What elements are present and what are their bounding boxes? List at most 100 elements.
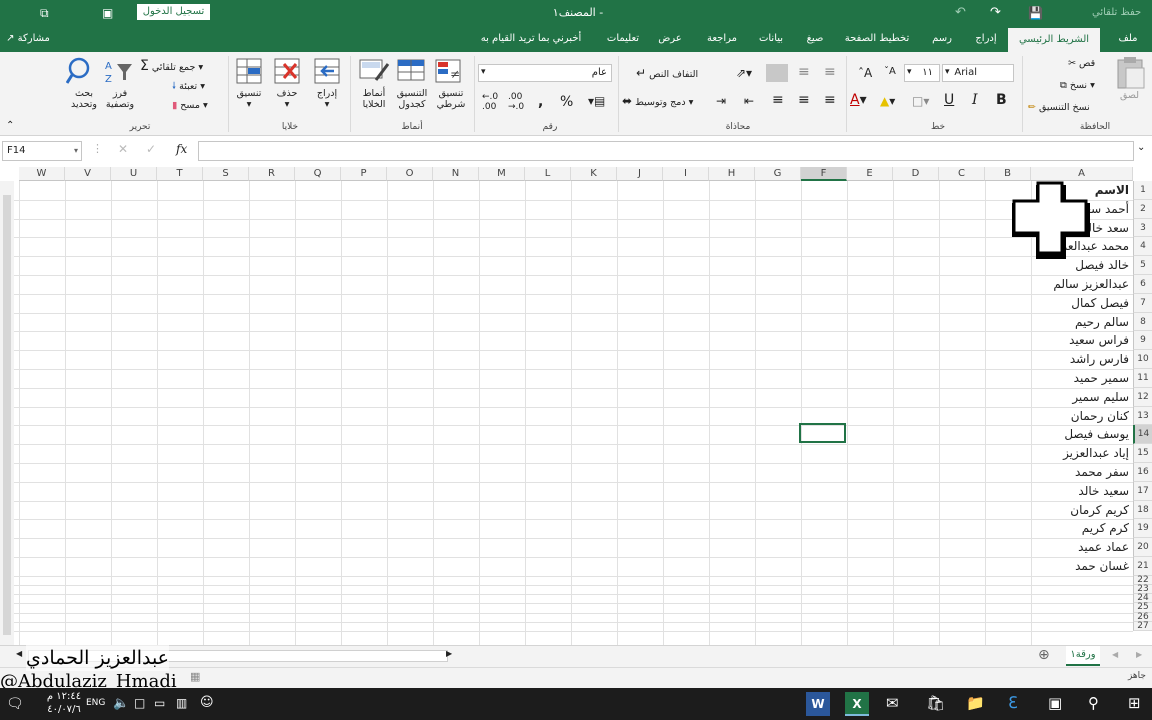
- align-top-button[interactable]: [766, 64, 788, 82]
- row-header[interactable]: 27: [1133, 621, 1152, 631]
- align-center-button[interactable]: ≡: [798, 92, 810, 108]
- wrap-text-button[interactable]: التفاف النص ↵: [636, 66, 698, 80]
- tab-draw[interactable]: رسم: [924, 26, 960, 52]
- add-sheet-icon[interactable]: ⊕: [1038, 647, 1050, 663]
- scroll-left-icon[interactable]: ◀: [16, 649, 22, 658]
- merge-center-button[interactable]: ▾ دمج وتوسيط ⬌: [622, 94, 693, 108]
- store-icon[interactable]: 🛍: [926, 694, 945, 712]
- row-header[interactable]: 19: [1133, 519, 1152, 539]
- name-cell[interactable]: سمير حميد: [1031, 369, 1131, 387]
- find-select-button[interactable]: بحث وتحديد: [70, 88, 98, 110]
- column-header[interactable]: I: [663, 167, 709, 181]
- scroll-thumb[interactable]: [3, 195, 11, 635]
- people-icon[interactable]: ☺: [200, 695, 214, 710]
- column-header[interactable]: R: [249, 167, 295, 181]
- row-header[interactable]: 5: [1133, 256, 1152, 275]
- name-cell[interactable]: غسان حمد: [1031, 557, 1131, 575]
- column-header[interactable]: N: [433, 167, 479, 181]
- column-header[interactable]: U: [111, 167, 157, 181]
- number-format-select[interactable]: ▾ عام: [478, 64, 612, 82]
- redo-icon[interactable]: ↷: [990, 0, 1001, 26]
- taskbar-clock[interactable]: ١٢:٤٤ م ٤٠/٠٧/٦: [44, 690, 84, 716]
- name-cell[interactable]: عبدالعزيز سالم: [1031, 275, 1131, 293]
- tray-icon[interactable]: ▥: [176, 696, 187, 710]
- font-size-select[interactable]: ▾ ١١: [904, 64, 940, 82]
- row-header[interactable]: 7: [1133, 293, 1152, 313]
- column-header[interactable]: L: [525, 167, 571, 181]
- column-header[interactable]: H: [709, 167, 755, 181]
- mail-icon[interactable]: ✉: [886, 694, 899, 712]
- ribbon-display-icon[interactable]: ▣: [102, 0, 113, 26]
- enter-icon[interactable]: ✓: [146, 142, 156, 156]
- format-painter-button[interactable]: نسخ التنسيق ✏: [1028, 102, 1090, 113]
- column-header[interactable]: K: [571, 167, 617, 181]
- column-header[interactable]: P: [341, 167, 387, 181]
- row-header[interactable]: 9: [1133, 331, 1152, 351]
- formula-input[interactable]: [198, 141, 1134, 161]
- row-header[interactable]: 6: [1133, 275, 1152, 294]
- edge-icon[interactable]: ℇ: [1008, 693, 1018, 712]
- name-cell[interactable]: سعيد خالد: [1031, 482, 1131, 500]
- fill-button[interactable]: ▾ تعبئة 🠗: [172, 79, 205, 95]
- worksheet-grid[interactable]: ABCDEFGHIJKLMNOPQRSTUVW 1 2 3 4 5 6 7 8 9 10 11 12 1…: [0, 167, 1152, 645]
- tab-view[interactable]: عرض: [652, 26, 688, 52]
- row-header[interactable]: 12: [1133, 387, 1152, 407]
- bold-button[interactable]: B: [996, 92, 1007, 108]
- next-sheet-icon[interactable]: ▶: [1136, 650, 1142, 659]
- clear-button[interactable]: ▾ مسح ▮: [172, 100, 208, 111]
- decrease-indent-button[interactable]: ⇤: [744, 94, 754, 108]
- name-box[interactable]: F14 ▾: [2, 141, 82, 161]
- prev-sheet-icon[interactable]: ◀: [1112, 650, 1118, 659]
- save-icon[interactable]: 💾: [1028, 0, 1043, 26]
- autosum-button[interactable]: ▾ جمع تلقائي Σ: [140, 58, 203, 74]
- row-header[interactable]: 2: [1133, 199, 1152, 219]
- fill-color-button[interactable]: ▾▲: [880, 94, 895, 108]
- row-header[interactable]: 16: [1133, 463, 1152, 482]
- expand-formula-icon[interactable]: ⌄: [1137, 142, 1145, 153]
- column-header[interactable]: B: [985, 167, 1031, 181]
- share-button[interactable]: ↗ مشاركة: [2, 26, 54, 52]
- tab-page-layout[interactable]: تخطيط الصفحة: [844, 26, 910, 52]
- tab-data[interactable]: بيانات: [754, 26, 788, 52]
- volume-icon[interactable]: 🔈: [113, 696, 129, 711]
- tab-file[interactable]: ملف: [1108, 26, 1148, 52]
- formula-options-icon[interactable]: ⋮: [92, 142, 103, 155]
- row-header[interactable]: 1: [1133, 181, 1152, 200]
- conditional-formatting-button[interactable]: تنسيق شرطي: [432, 88, 470, 110]
- start-icon[interactable]: ⊞: [1128, 694, 1141, 712]
- column-header[interactable]: J: [617, 167, 663, 181]
- format-as-table-button[interactable]: التنسيق كجدول: [392, 88, 432, 110]
- page-layout-view-icon[interactable]: ▦: [190, 670, 200, 683]
- name-cell[interactable]: كنان رحمان: [1031, 407, 1131, 425]
- signin-button[interactable]: تسجيل الدخول: [137, 4, 210, 20]
- vertical-scrollbar[interactable]: [0, 181, 14, 645]
- autosave-label[interactable]: حفظ تلقائي: [1092, 0, 1141, 26]
- font-name-select[interactable]: ▾ Arial: [942, 64, 1014, 82]
- column-header[interactable]: A: [1031, 167, 1133, 181]
- align-right-button[interactable]: ≡: [824, 92, 836, 108]
- column-header[interactable]: G: [755, 167, 801, 181]
- orientation-button[interactable]: ▾⇗: [736, 66, 752, 80]
- collapse-ribbon-icon[interactable]: ⌃: [6, 120, 14, 131]
- percent-style-button[interactable]: %: [560, 94, 573, 110]
- task-view-icon[interactable]: ▣: [1048, 694, 1062, 712]
- tell-me-search[interactable]: أخبرني بما تريد القيام به: [474, 26, 588, 52]
- battery-icon[interactable]: ▭: [154, 696, 165, 710]
- row-header[interactable]: 20: [1133, 538, 1152, 557]
- tab-review[interactable]: مراجعة: [700, 26, 744, 52]
- column-header[interactable]: W: [19, 167, 65, 181]
- column-header[interactable]: V: [65, 167, 111, 181]
- row-header[interactable]: 8: [1133, 312, 1152, 332]
- cut-button[interactable]: قص ✂: [1068, 58, 1095, 69]
- sort-filter-button[interactable]: فرز وتصفية: [104, 88, 136, 110]
- name-cell[interactable]: عماد عميد: [1031, 538, 1131, 556]
- format-cells-button[interactable]: تنسيق ▾: [234, 88, 264, 110]
- delete-cells-button[interactable]: حذف ▾: [272, 88, 302, 110]
- name-cell[interactable]: إياد عبدالعزيز: [1031, 444, 1131, 462]
- increase-decimal-button[interactable]: ←.0.00: [482, 92, 498, 112]
- notifications-icon[interactable]: 🗨: [6, 696, 24, 712]
- column-header[interactable]: S: [203, 167, 249, 181]
- row-header[interactable]: 4: [1133, 237, 1152, 257]
- column-header[interactable]: M: [479, 167, 525, 181]
- comma-style-button[interactable]: ,: [538, 94, 543, 110]
